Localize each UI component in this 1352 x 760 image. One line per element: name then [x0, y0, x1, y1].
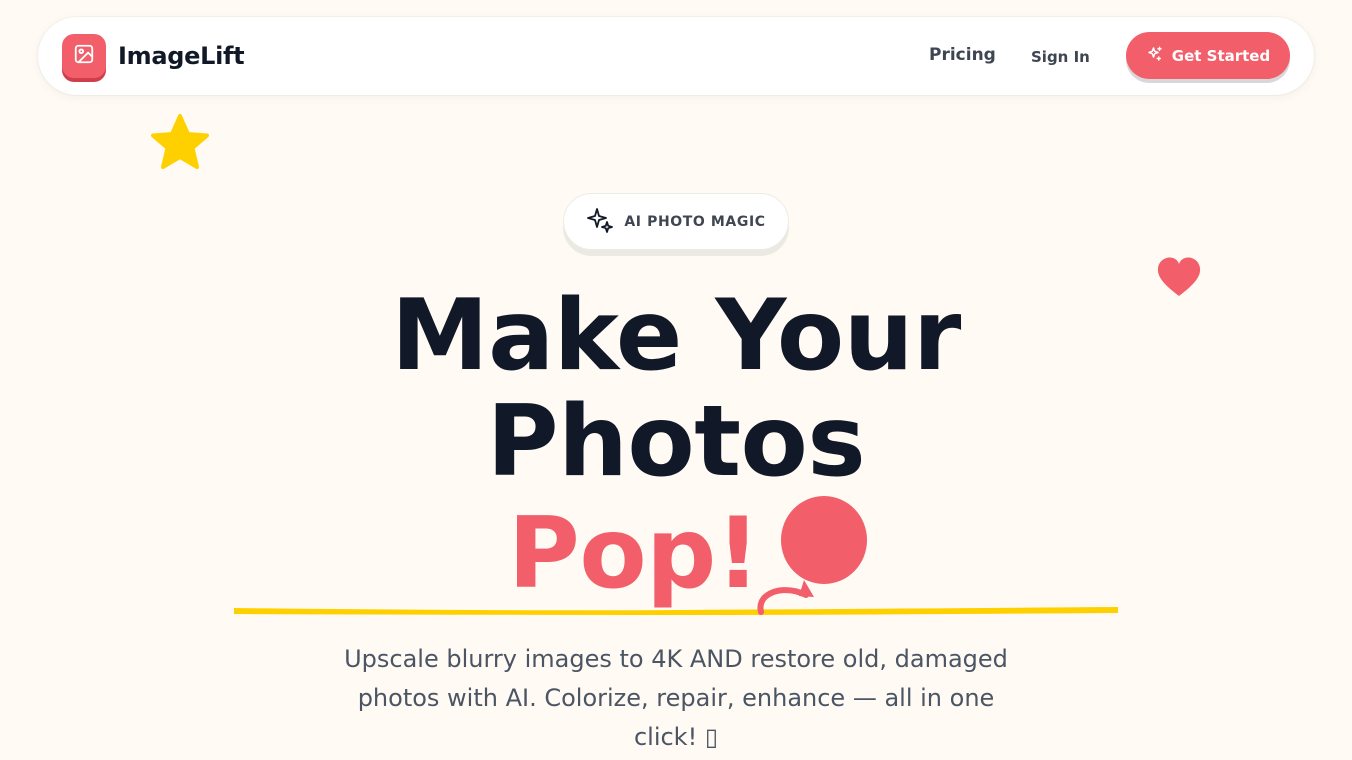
- sparkles-icon: [1146, 45, 1164, 67]
- headline-pop: Pop!: [508, 497, 761, 611]
- star-icon: [148, 112, 212, 178]
- sparkles-outline-icon: [586, 206, 614, 238]
- balloon-icon: [752, 494, 872, 620]
- logo-mark[interactable]: [62, 34, 106, 78]
- top-navbar: ImageLift Pricing Sign In Get Started: [38, 17, 1314, 95]
- get-started-label: Get Started: [1171, 46, 1271, 65]
- brand-name[interactable]: ImageLift: [118, 41, 245, 71]
- image-icon: [73, 43, 95, 69]
- ai-photo-magic-badge: AI PHOTO MAGIC: [563, 193, 789, 250]
- nav-link-pricing[interactable]: Pricing: [929, 44, 996, 66]
- headline-line-2: Photos: [486, 385, 866, 499]
- get-started-button[interactable]: Get Started: [1126, 32, 1290, 79]
- headline-line-1: Make Your: [391, 279, 961, 393]
- hero-subtitle: Upscale blurry images to 4K AND restore …: [344, 645, 1008, 751]
- badge-label: AI PHOTO MAGIC: [624, 213, 766, 230]
- nav-link-sign-in[interactable]: Sign In: [1031, 46, 1090, 68]
